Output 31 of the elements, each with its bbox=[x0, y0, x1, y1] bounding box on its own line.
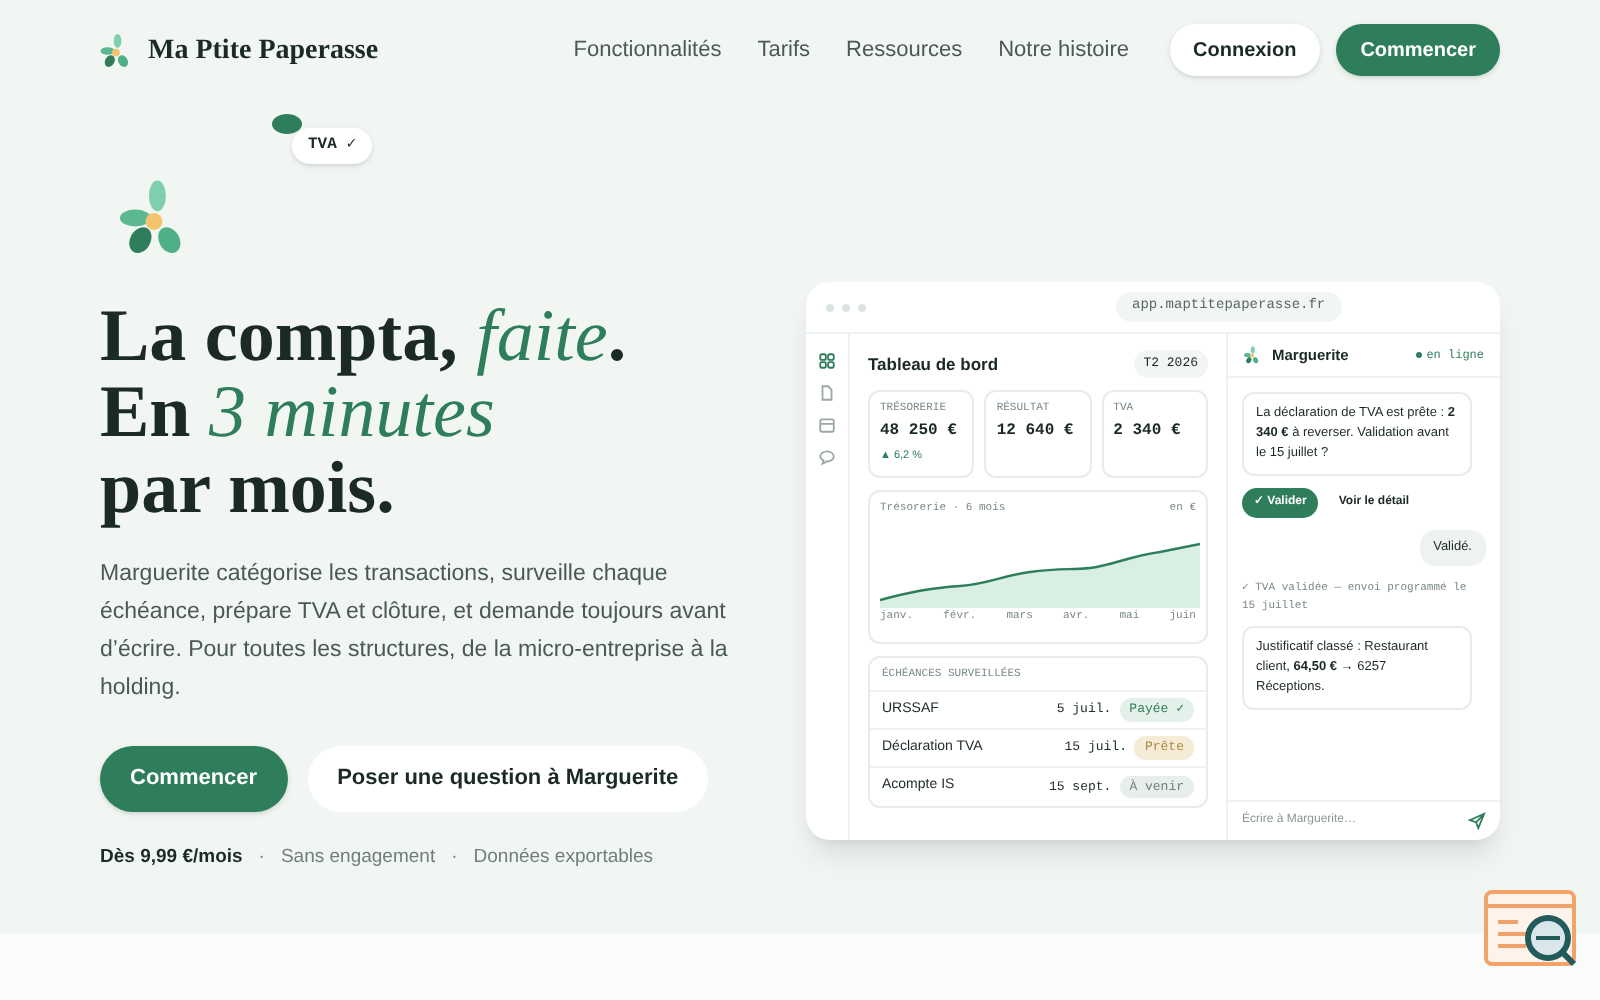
kpi-value: 48 250 € bbox=[880, 420, 959, 444]
dashboard-title: Tableau de bord bbox=[868, 351, 999, 377]
grid-icon[interactable] bbox=[818, 352, 836, 370]
logo-icon bbox=[100, 33, 132, 67]
nav-link[interactable]: Notre histoire bbox=[998, 33, 1130, 67]
perk-text: Données exportables bbox=[473, 844, 654, 872]
perk-text: Sans engagement bbox=[280, 844, 436, 872]
nav-link[interactable]: Tarifs bbox=[757, 33, 811, 67]
send-icon[interactable] bbox=[1468, 812, 1486, 830]
headline-line: par mois. bbox=[100, 452, 397, 528]
ask-button[interactable]: Poser une question à Marguerite bbox=[307, 746, 709, 812]
document-icon[interactable] bbox=[818, 384, 836, 402]
chat-icon[interactable] bbox=[818, 448, 836, 466]
login-button[interactable]: Connexion bbox=[1169, 24, 1321, 76]
leaf-icon bbox=[272, 114, 302, 134]
separator-dot: · bbox=[258, 844, 265, 872]
floating-tag: TVA ✓ bbox=[292, 128, 373, 164]
intro-text: Marguerite catégorise les transactions, surveille chaque échéance, prépare TVA et clôture, et demande toujours avant d’écrire. Pour toutes les structures, de la micro-entreprise à la holding. bbox=[100, 560, 730, 704]
separator-dot: · bbox=[451, 844, 458, 872]
start-button[interactable]: Commencer bbox=[1336, 24, 1500, 76]
kpi-value: 2 340 € bbox=[1113, 420, 1183, 444]
flower-icon bbox=[1244, 346, 1260, 364]
calendar-icon[interactable] bbox=[818, 416, 836, 434]
kpi-value: 12 640 € bbox=[996, 420, 1076, 444]
start-button[interactable]: Commencer bbox=[100, 746, 288, 812]
perk-text: Dès 9,99 €/mois bbox=[100, 844, 243, 872]
headline-line: En 3 minutes bbox=[100, 376, 495, 452]
brand-name[interactable]: Ma Ptite Paperasse bbox=[148, 29, 379, 71]
headline-line: La compta, faite. bbox=[100, 300, 629, 376]
nav-link[interactable]: Ressources bbox=[846, 33, 963, 67]
nav-link[interactable]: Fonctionnalités bbox=[573, 33, 722, 67]
